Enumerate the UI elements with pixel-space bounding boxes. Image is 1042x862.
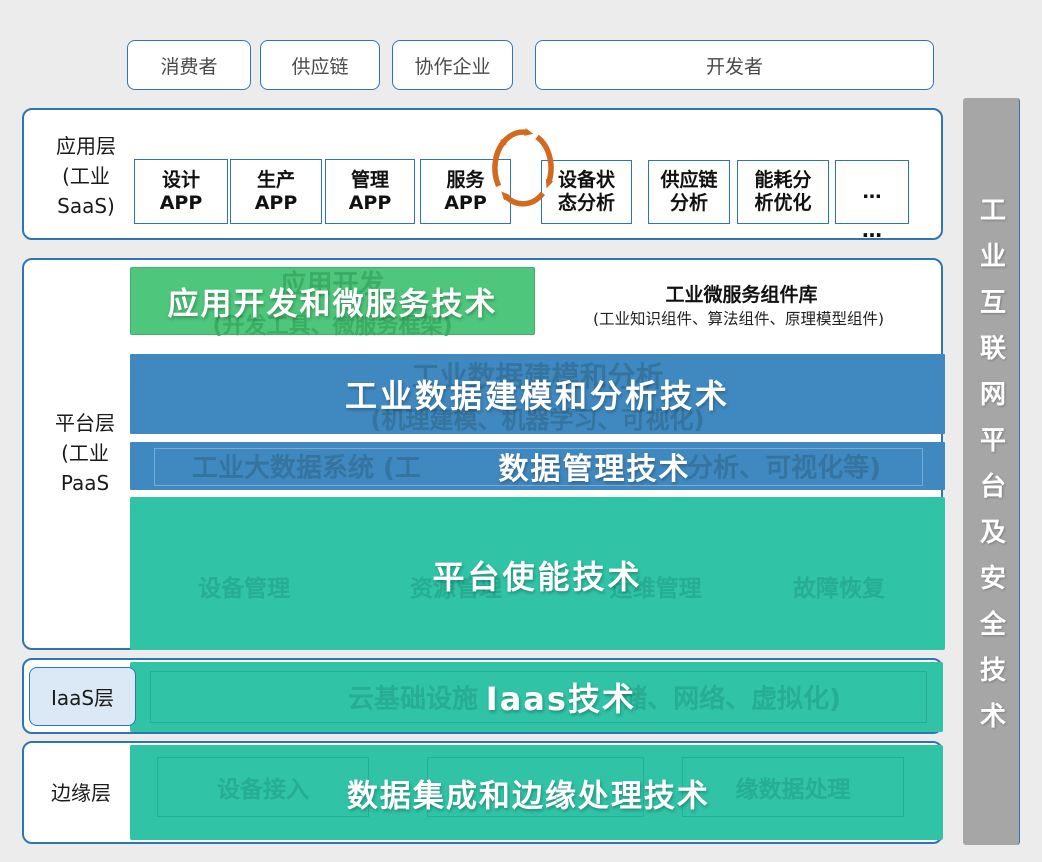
data-management-bar: 工业大数据系统 (工 分析、可视化等) 数据管理技术 [130,442,945,490]
enablement-faded-fault-recovery: 故障恢复 [793,569,885,603]
app-box-management: 管理 APP [325,159,415,224]
ellipsis-more-text: … [835,218,909,242]
edge-overlay-title: 数据集成和边缘处理技术 [347,770,710,815]
application-layer-label: 应用层 (工业 SaaS) [32,126,140,226]
actor-box-consumer: 消费者 [127,40,251,90]
iaas-overlay-title: Iaas技术 [486,674,636,720]
edge-faded-device-access-label: 设备接入 [217,770,309,804]
iaas-faded-right: 储、网络、虚拟化) [621,679,841,716]
sync-cycle-arrows-icon [484,114,562,222]
iaas-layer-label: IaaS层 [29,667,136,726]
app-box-production: 生产 APP [230,159,322,224]
security-tech-bar: 工业互联网平台及安全技术 [963,98,1020,845]
edge-faded-box-edge-data: 缘数据处理 [682,757,904,817]
edge-faded-box-device-access: 设备接入 [157,757,369,817]
data-management-faded-right: 分析、可视化等) [687,448,881,485]
application-layer-panel: 应用层 (工业 SaaS) 设计 APP 生产 APP 管理 APP 服务 AP… [22,108,943,240]
app-box-design: 设计 APP [134,159,228,224]
actor-box-collaboration: 协作企业 [392,40,513,90]
data-management-overlay-title: 数据管理技术 [499,444,691,488]
actor-box-supply-chain: 供应链 [260,40,380,90]
analytics-box-energy: 能耗分 析优化 [737,160,829,224]
platform-layer-panel: 平台层 (工业 PaaS 应用开发 (开发工具、微服务框架) 应用开发和微服务技… [22,258,943,650]
enablement-faded-device-mgmt: 设备管理 [198,569,290,603]
data-modeling-overlay-title: 工业数据建模和分析技术 [345,371,730,417]
app-dev-microservice-box: 应用开发 (开发工具、微服务框架) 应用开发和微服务技术 [130,267,535,335]
edge-layer-panel: 边缘层 设备接入 缘数据处理 数据集成和边缘处理技术 [22,741,943,844]
analytics-box-more: … [835,160,909,224]
enablement-overlay-title: 平台使能技术 [432,552,642,598]
iaas-layer-panel: 云基础设施 储、网络、虚拟化) Iaas技术 IaaS层 [22,658,943,734]
app-dev-overlay-title: 应用开发和微服务技术 [168,279,498,324]
microservice-library-subtitle: (工业知识组件、算法组件、原理模型组件) [536,307,941,329]
platform-enablement-box: 设备管理 资源管理 运维管理 故障恢复 平台使能技术 [130,497,945,650]
analytics-box-supply-chain: 供应链 分析 [648,160,730,224]
actor-box-developer: 开发者 [535,40,934,90]
platform-layer-label: 平台层 (工业 PaaS [30,395,140,510]
edge-layer-label: 边缘层 [30,743,132,842]
edge-faded-edge-data-label: 缘数据处理 [736,770,851,804]
data-modeling-bar: 工业数据建模和分析 (机理建模、机器学习、可视化) 工业数据建模和分析技术 [130,354,945,434]
security-tech-bar-label: 工业互联网平台及安全技术 [973,196,1010,748]
microservice-library-title: 工业微服务组件库 [544,280,939,307]
edge-processing-bar: 设备接入 缘数据处理 数据集成和边缘处理技术 [130,745,943,840]
iaas-faded-left: 云基础设施 [348,679,478,716]
data-management-faded-left: 工业大数据系统 (工 [192,448,421,485]
iaas-tech-bar: 云基础设施 储、网络、虚拟化) Iaas技术 [130,662,943,732]
